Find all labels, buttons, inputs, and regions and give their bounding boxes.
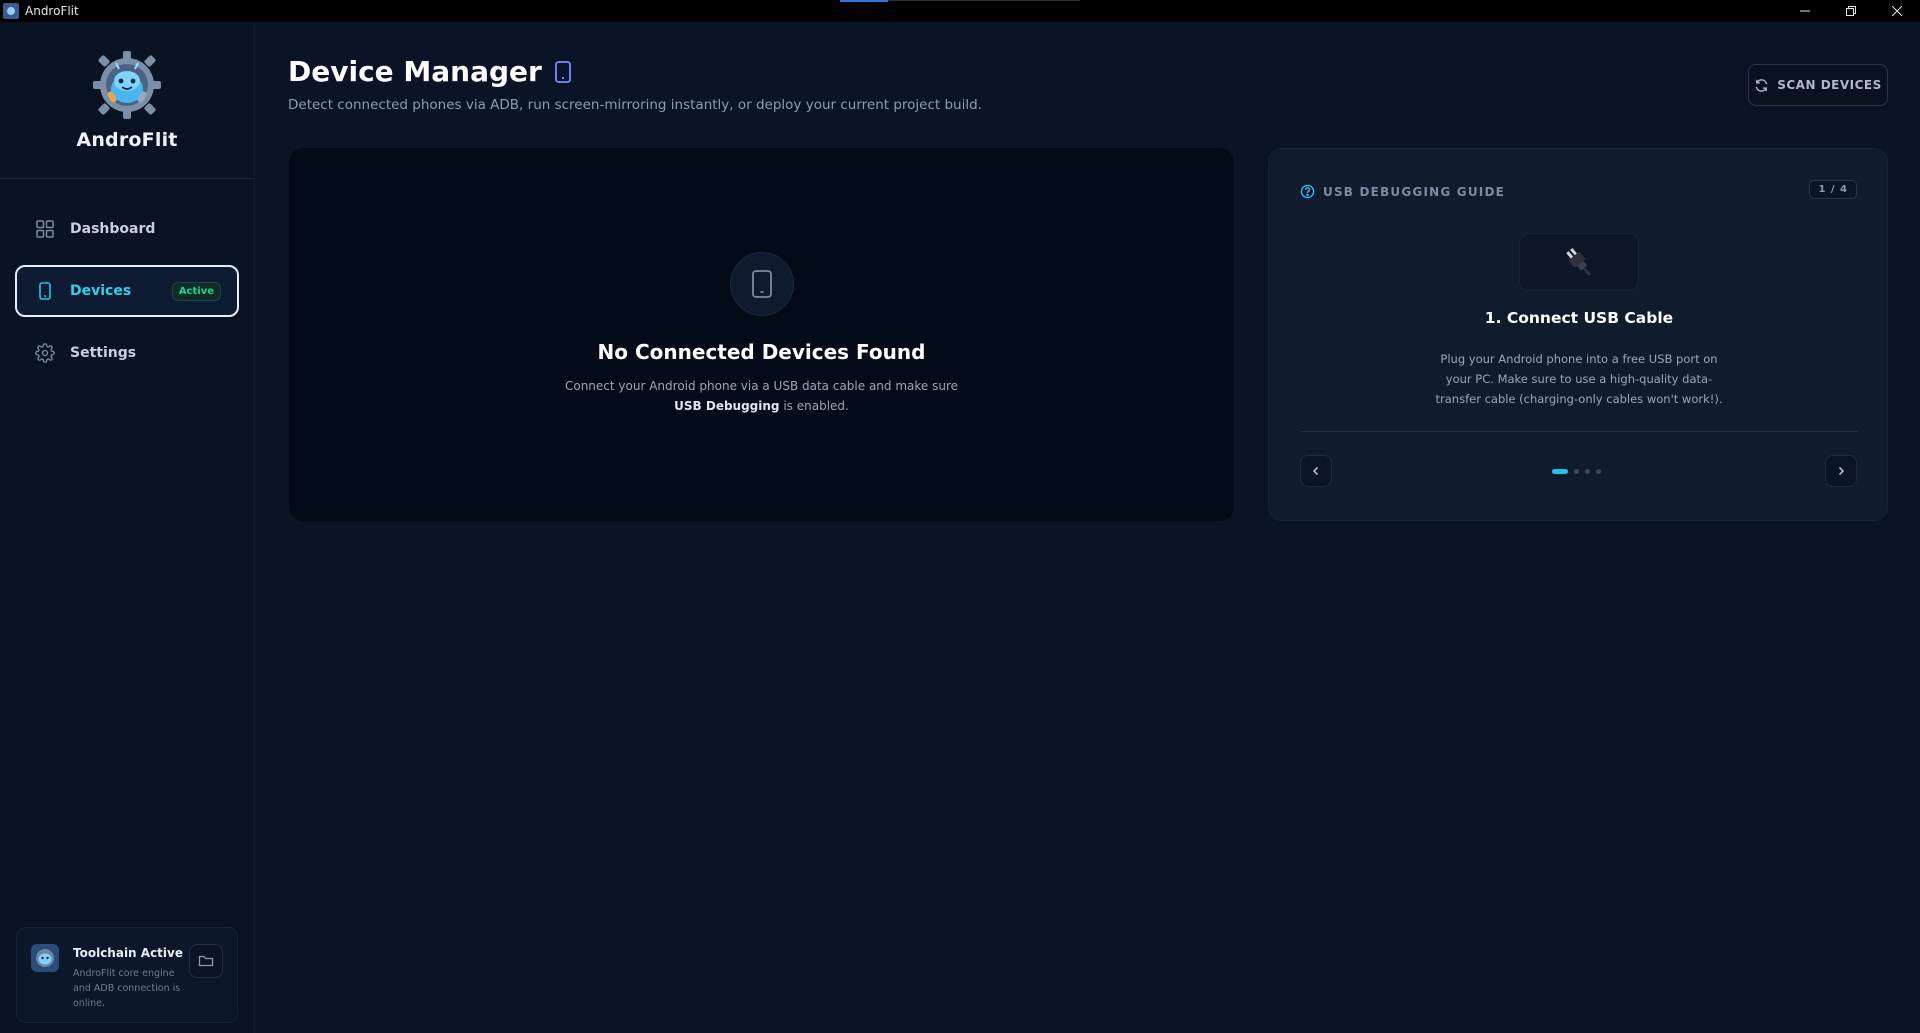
sidebar: AndroFlit Dashboard Devices Active Setti… (0, 22, 255, 1033)
toolchain-title: Toolchain Active (73, 946, 183, 960)
usb-plug-icon (1566, 247, 1592, 276)
sidebar-item-label: Dashboard (70, 221, 156, 237)
empty-state-description: Connect your Android phone via a USB dat… (562, 376, 962, 416)
toolchain-description: AndroFlit core engine and ADB connection… (73, 968, 181, 1009)
androflit-logo-icon (93, 51, 161, 119)
chevron-right-icon (1838, 466, 1845, 476)
guide-dot[interactable] (1596, 469, 1601, 474)
device-list-empty-card: No Connected Devices Found Connect your … (289, 148, 1234, 521)
brand-name: AndroFlit (76, 129, 178, 151)
guide-step-illustration (1519, 233, 1639, 291)
guide-pagination-dots (1552, 469, 1607, 474)
sidebar-item-settings[interactable]: Settings (15, 327, 239, 379)
open-folder-button[interactable] (189, 944, 223, 978)
sidebar-item-devices[interactable]: Devices Active (15, 265, 239, 317)
minimize-icon (1800, 10, 1810, 12)
folder-icon (198, 955, 214, 967)
window-titlebar: AndroFlit (0, 0, 1920, 22)
app-icon (3, 3, 19, 19)
restore-icon (1846, 6, 1856, 16)
guide-heading: USB DEBUGGING GUIDE (1300, 184, 1505, 199)
guide-divider (1300, 431, 1858, 432)
guide-step-description: Plug your Android phone into a free USB … (1435, 352, 1723, 406)
guide-step-title: 1. Connect USB Cable (1484, 309, 1674, 327)
close-icon (1892, 6, 1902, 16)
sidebar-item-dashboard[interactable]: Dashboard (15, 203, 239, 255)
phone-icon (554, 60, 572, 84)
page-title: Device Manager (288, 55, 572, 88)
empty-desc-text-end: is enabled. (779, 399, 849, 413)
titlebar-accent (840, 0, 888, 2)
gear-icon (35, 343, 55, 363)
phone-icon (35, 281, 55, 301)
guide-step-counter: 1 / 4 (1809, 180, 1857, 199)
guide-next-button[interactable] (1825, 455, 1857, 487)
titlebar-accent-track (888, 0, 1080, 1)
toolchain-status-card: Toolchain Active AndroFlit core engine a… (16, 927, 238, 1023)
scan-devices-button[interactable]: SCAN DEVICES (1748, 64, 1888, 106)
minimize-button[interactable] (1782, 0, 1828, 22)
phone-icon (729, 252, 794, 316)
chevron-left-icon (1312, 466, 1319, 476)
help-circle-icon (1300, 184, 1315, 199)
window-controls (1782, 0, 1920, 22)
dashboard-grid-icon (35, 219, 55, 239)
toolchain-robot-icon (31, 944, 59, 972)
usb-debugging-guide-card: USB DEBUGGING GUIDE 1 / 4 1. Connect USB… (1268, 148, 1888, 521)
guide-previous-button[interactable] (1300, 455, 1332, 487)
window-title: AndroFlit (25, 4, 79, 18)
empty-desc-text: Connect your Android phone via a USB dat… (564, 379, 959, 393)
guide-dot[interactable] (1585, 469, 1590, 474)
guide-heading-text: USB DEBUGGING GUIDE (1323, 184, 1506, 199)
refresh-icon (1754, 78, 1769, 93)
scan-devices-label: SCAN DEVICES (1777, 78, 1882, 92)
restore-button[interactable] (1828, 0, 1874, 22)
brand: AndroFlit (0, 22, 254, 179)
empty-desc-bold: USB Debugging (674, 399, 780, 413)
sidebar-item-label: Devices (70, 283, 132, 299)
status-badge: Active (171, 281, 221, 301)
page-subtitle: Detect connected phones via ADB, run scr… (288, 97, 982, 113)
guide-dot[interactable] (1574, 469, 1579, 474)
sidebar-nav: Dashboard Devices Active Settings (0, 179, 254, 379)
close-button[interactable] (1874, 0, 1920, 22)
sidebar-item-label: Settings (70, 345, 137, 361)
guide-dot[interactable] (1552, 469, 1568, 474)
page-title-text: Device Manager (288, 55, 542, 88)
empty-state-title: No Connected Devices Found (597, 340, 926, 364)
